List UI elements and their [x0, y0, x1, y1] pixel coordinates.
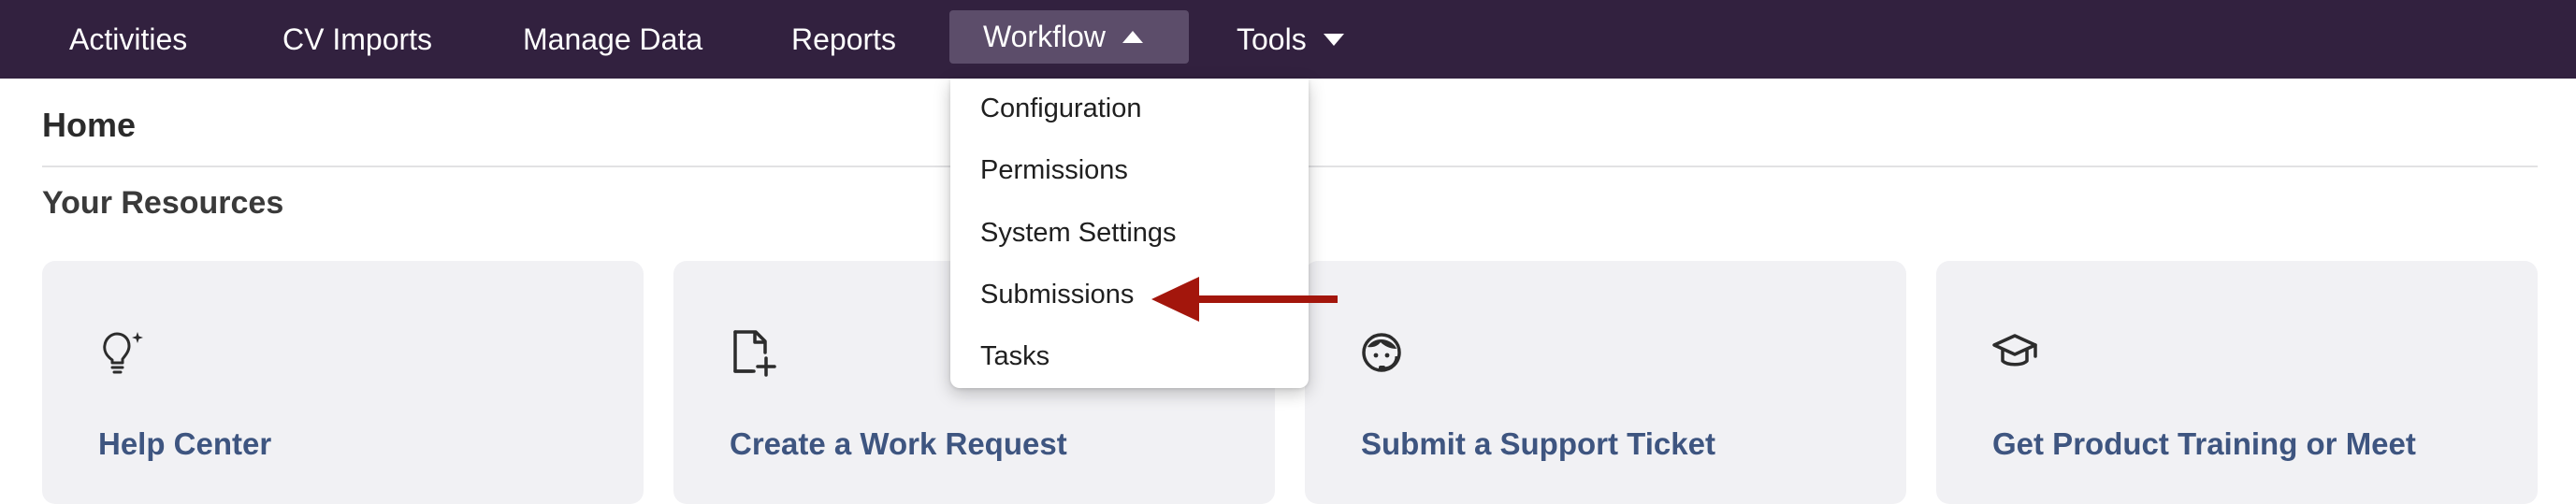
workflow-dropdown-menu: Configuration Permissions System Setting… [950, 79, 1309, 388]
nav-item-label: Workflow [983, 20, 1106, 53]
lightbulb-icon [103, 332, 143, 374]
nav-item-label: Activities [69, 22, 188, 56]
annotation-arrow-icon [1151, 277, 1338, 322]
card-title[interactable]: Help Center [98, 426, 271, 462]
card-title[interactable]: Submit a Support Ticket [1361, 426, 1715, 462]
top-nav-bar: Activities CV Imports Manage Data Report… [0, 0, 2576, 79]
resource-card-training[interactable]: Get Product Training or Meet [1936, 261, 2538, 504]
nav-item-reports[interactable]: Reports [791, 0, 896, 79]
section-title: Your Resources [42, 185, 284, 221]
nav-item-label: CV Imports [282, 22, 433, 56]
page-title: Home [42, 106, 137, 144]
menu-item-system-settings[interactable]: System Settings [980, 218, 1177, 249]
resource-card-help-center[interactable]: Help Center [42, 261, 644, 504]
nav-item-tools[interactable]: Tools [1237, 0, 1344, 79]
menu-item-submissions[interactable]: Submissions [980, 280, 1134, 310]
nav-item-label: Tools [1237, 22, 1307, 56]
menu-item-tasks[interactable]: Tasks [980, 341, 1049, 372]
nav-item-workflow[interactable]: Workflow [949, 10, 1189, 64]
nav-item-manage-data[interactable]: Manage Data [523, 0, 702, 79]
nav-item-label: Manage Data [523, 22, 703, 56]
menu-item-permissions[interactable]: Permissions [980, 155, 1128, 186]
caret-down-icon [1323, 33, 1344, 46]
card-title[interactable]: Create a Work Request [730, 426, 1067, 462]
menu-item-configuration[interactable]: Configuration [980, 94, 1142, 124]
resource-card-support-ticket[interactable]: Submit a Support Ticket [1305, 261, 1906, 504]
support-agent-icon [1362, 333, 1401, 372]
file-plus-icon [733, 330, 776, 377]
graduation-cap-icon [1992, 334, 2037, 367]
nav-item-label: Reports [791, 22, 897, 56]
card-title[interactable]: Get Product Training or Meet [1992, 426, 2416, 462]
nav-item-activities[interactable]: Activities [69, 0, 187, 79]
nav-item-cv-imports[interactable]: CV Imports [282, 0, 432, 79]
caret-up-icon [1122, 31, 1143, 43]
